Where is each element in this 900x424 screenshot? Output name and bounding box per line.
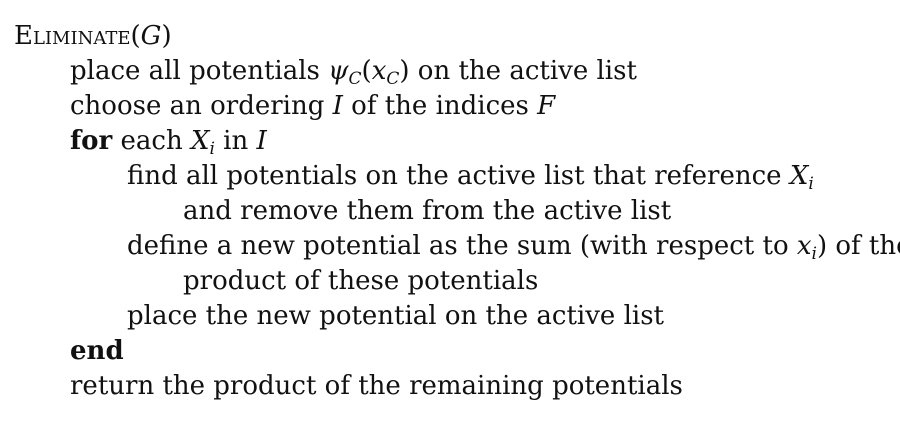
line-text: of the indices — [342, 91, 538, 121]
line-place-potentials: place all potentials ψC(xC) on the activ… — [70, 56, 637, 89]
line-text: product of these potentials — [183, 266, 539, 296]
x-subscript: C — [386, 69, 400, 89]
close-paren: ) — [161, 21, 172, 51]
line-text: ) of the — [816, 231, 900, 261]
line-text: place all potentials — [70, 56, 329, 86]
psi-subscript: C — [348, 69, 362, 89]
line-product-potentials: product of these potentials — [183, 264, 538, 298]
algorithm-header: Eliminate(G) — [14, 19, 172, 53]
ordering-symbol: I — [332, 91, 343, 121]
line-text: place the new potential on the active li… — [127, 301, 664, 331]
line-text: on the active list — [409, 56, 637, 86]
line-return: return the product of the remaining pote… — [70, 369, 683, 403]
variable-subscript: i — [808, 174, 814, 194]
line-text: return the product of the remaining pote… — [70, 371, 683, 401]
x-symbol: x — [796, 231, 812, 261]
line-remove-potentials: and remove them from the active list — [183, 194, 671, 228]
line-define-potential: define a new potential as the sum (with … — [127, 229, 900, 263]
keyword-for: for — [70, 126, 113, 156]
algorithm-name: Eliminate — [14, 21, 131, 51]
line-text: in — [214, 126, 257, 156]
line-choose-ordering: choose an ordering I of the indices F — [70, 89, 555, 123]
line-text: find all potentials on the active list t… — [127, 161, 790, 191]
indices-symbol: F — [537, 91, 556, 121]
line-for-loop: for each Xi in I — [70, 124, 267, 158]
keyword-end: end — [70, 336, 124, 366]
ordering-symbol: I — [256, 126, 267, 156]
line-end: end — [70, 334, 124, 368]
line-find-potentials: find all potentials on the active list t… — [127, 159, 814, 193]
open-paren: ( — [130, 21, 141, 51]
algorithm-listing: Eliminate(G) place all potentials ψC(xC)… — [0, 0, 900, 424]
line-place-new-potential: place the new potential on the active li… — [127, 299, 664, 333]
variable-symbol: X — [190, 126, 210, 156]
x-symbol: x — [371, 56, 387, 86]
line-text: define a new potential as the sum (with … — [127, 231, 797, 261]
variable-symbol: X — [789, 161, 809, 191]
line-text: choose an ordering — [70, 91, 333, 121]
line-text: and remove them from the active list — [183, 196, 672, 226]
psi-symbol: ψ — [328, 56, 349, 86]
algorithm-arg: G — [140, 21, 162, 51]
line-text: each — [112, 126, 191, 156]
